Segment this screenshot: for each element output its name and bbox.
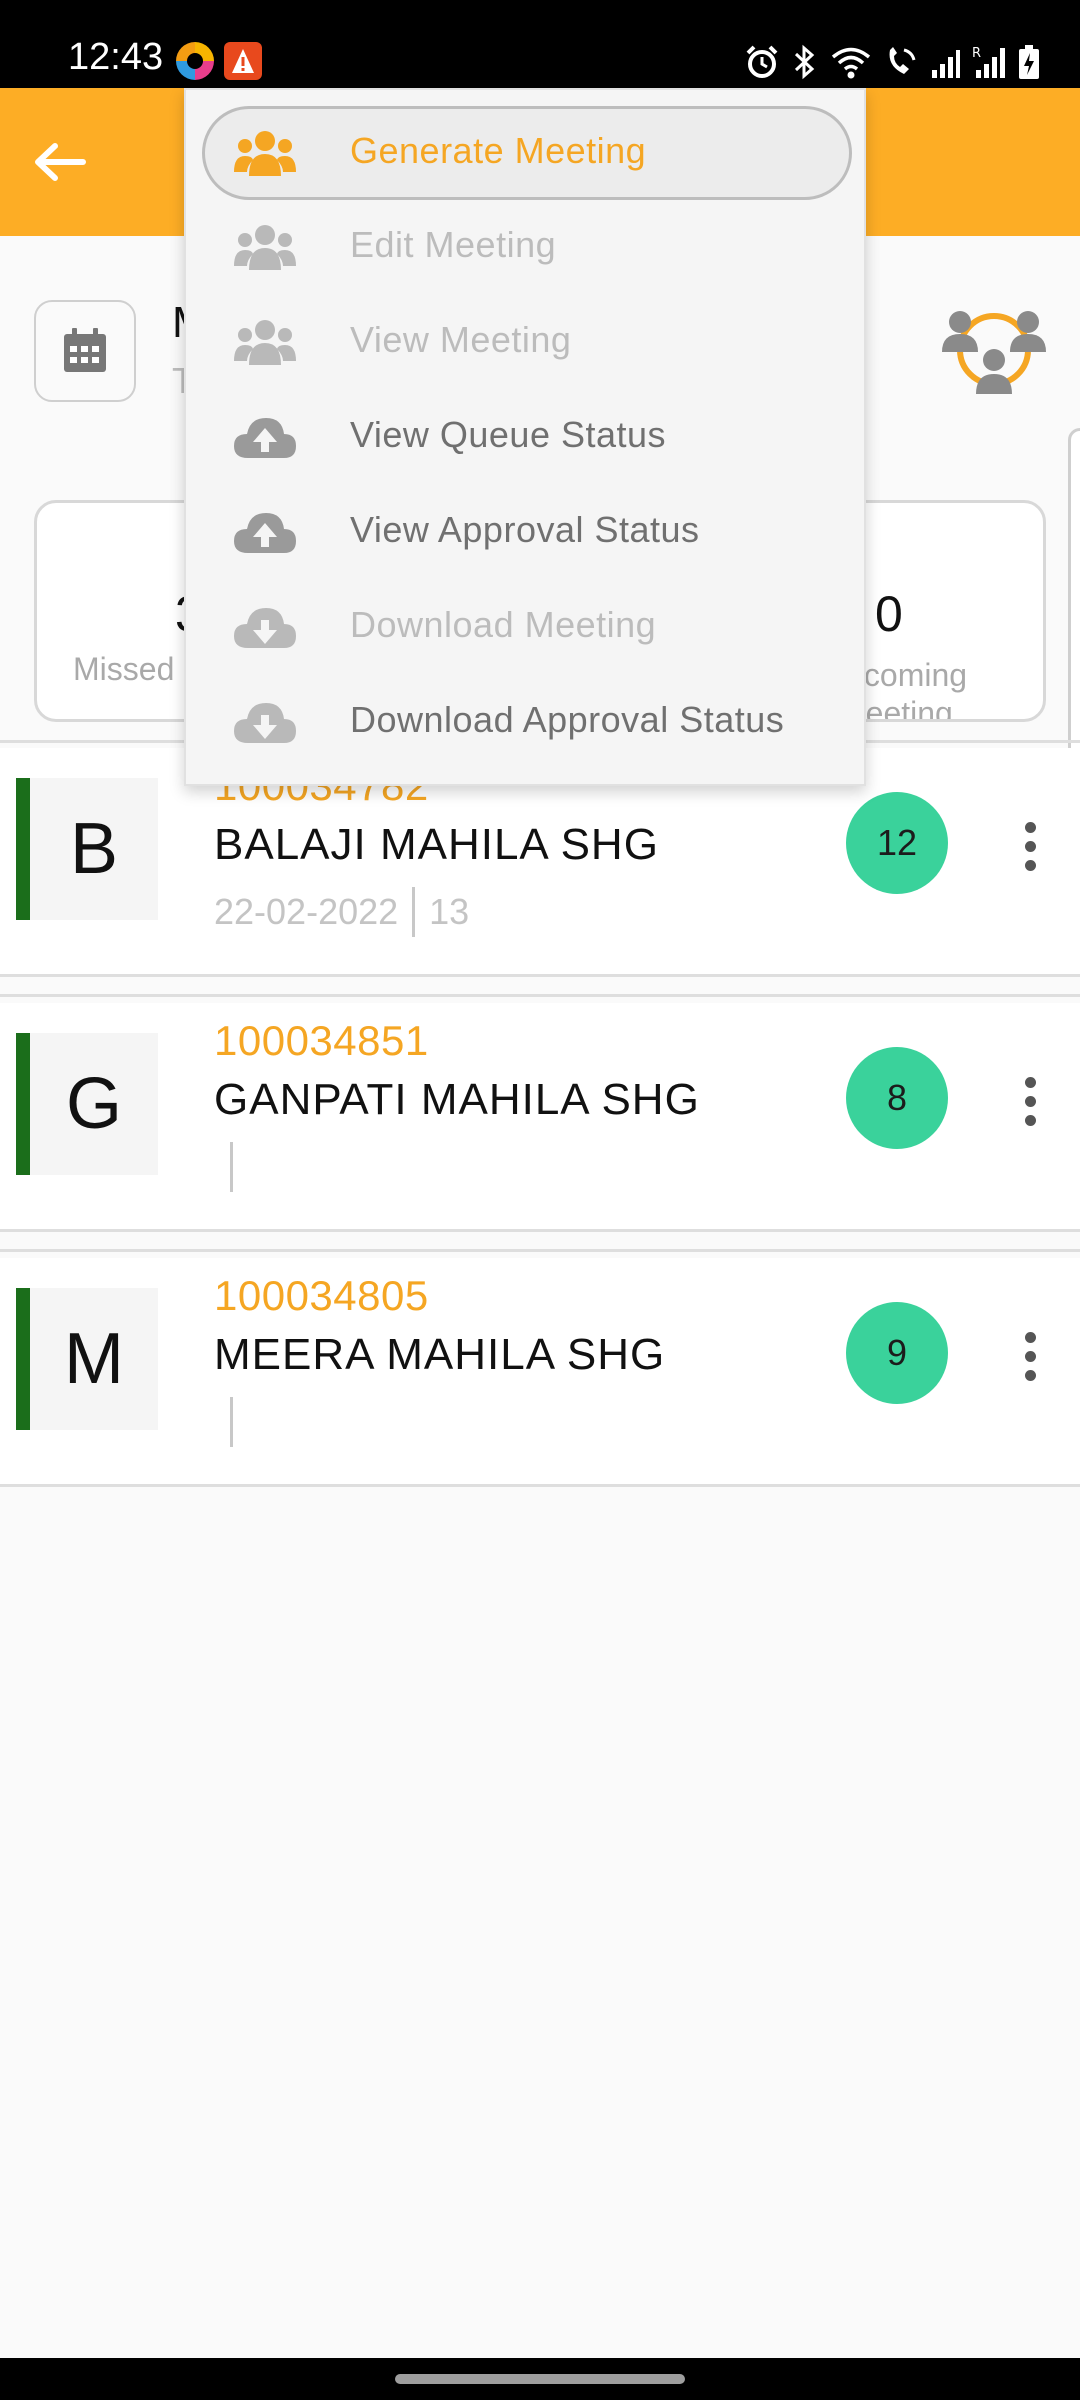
list-divider <box>0 1484 1080 1487</box>
battery-charging-icon <box>1019 45 1039 79</box>
notification-app-icon <box>176 42 214 80</box>
menu-item-download-approval-status[interactable]: Download Approval Status <box>186 675 866 769</box>
signal-strength-1-icon <box>932 50 960 78</box>
menu-item-label: View Queue Status <box>350 414 667 455</box>
meta-separator <box>412 887 416 937</box>
meta-separator <box>230 1142 233 1192</box>
member-count-badge: 12 <box>846 792 948 894</box>
shg-meta: 22-02-2022 13 <box>214 886 469 938</box>
bluetooth-icon <box>794 44 815 80</box>
horizontal-scroll-edge[interactable] <box>1068 428 1080 768</box>
notification-alert-icon <box>224 42 262 80</box>
member-count-badge: 8 <box>846 1047 948 1149</box>
shg-meta <box>214 1396 247 1448</box>
menu-item-label: View Meeting <box>350 319 572 360</box>
menu-item-generate-meeting[interactable]: Generate Meeting <box>186 90 866 200</box>
shg-name: GANPATI MAHILA SHG <box>214 1075 700 1124</box>
status-icons: R <box>744 42 1040 82</box>
shg-meta <box>214 1141 247 1193</box>
list-divider <box>0 1249 1080 1252</box>
summary-upcoming-count: 0 <box>875 586 903 642</box>
cloud-download-icon <box>234 608 296 648</box>
list-divider <box>0 994 1080 997</box>
more-options-icon[interactable] <box>1010 1306 1050 1406</box>
svg-text:R: R <box>972 46 981 61</box>
more-options-icon[interactable] <box>1010 1051 1050 1151</box>
summary-missed-label: Missed <box>73 651 175 687</box>
shg-name: MEERA MAHILA SHG <box>214 1330 666 1379</box>
system-nav-bar <box>0 2358 1080 2400</box>
member-count-badge: 9 <box>846 1302 948 1404</box>
shg-avatar: B <box>30 778 158 920</box>
app-screen: 12:43 R M T 3 <box>0 0 1080 2400</box>
cloud-upload-icon <box>234 513 296 553</box>
list-divider <box>0 1229 1080 1232</box>
summary-card-upcoming[interactable]: 0 Upcoming meeting <box>842 500 1046 722</box>
menu-item-label: Generate Meeting <box>350 130 647 171</box>
calendar-button[interactable] <box>34 300 136 402</box>
status-time: 12:43 <box>68 36 164 78</box>
home-gesture-handle[interactable] <box>395 2374 685 2384</box>
menu-item-download-meeting[interactable]: Download Meeting <box>186 580 866 674</box>
menu-item-edit-meeting[interactable]: Edit Meeting <box>186 200 866 294</box>
shg-meeting-number: 13 <box>429 891 470 932</box>
shg-row-3[interactable]: M 100034805 MEERA MAHILA SHG 9 <box>0 1258 1080 1484</box>
shg-row-2[interactable]: G 100034851 GANPATI MAHILA SHG 8 <box>0 1003 1080 1229</box>
menu-item-view-queue-status[interactable]: View Queue Status <box>186 390 866 484</box>
menu-item-label: Edit Meeting <box>350 224 557 265</box>
wifi-icon <box>831 47 871 79</box>
signal-strength-2-icon: R <box>972 46 1005 78</box>
shg-name: BALAJI MAHILA SHG <box>214 820 659 869</box>
list-divider <box>0 974 1080 977</box>
shg-avatar: G <box>30 1033 158 1175</box>
status-bar: 12:43 R <box>0 0 1080 88</box>
menu-item-view-meeting[interactable]: View Meeting <box>186 295 866 389</box>
cloud-download-icon <box>234 703 296 743</box>
cloud-upload-icon <box>234 418 296 458</box>
group-icon <box>234 320 296 365</box>
calendar-icon <box>64 328 106 372</box>
shg-code: 100034851 <box>214 1017 429 1064</box>
meta-separator <box>230 1397 233 1447</box>
shg-meeting-date: 22-02-2022 <box>214 891 399 932</box>
more-options-icon[interactable] <box>1010 796 1050 896</box>
arrow-left-icon <box>35 143 86 181</box>
shg-code: 100034805 <box>214 1272 429 1319</box>
group-icon <box>234 131 296 176</box>
menu-item-view-approval-status[interactable]: View Approval Status <box>186 485 866 579</box>
back-button[interactable] <box>24 126 96 198</box>
menu-item-label: View Approval Status <box>350 509 700 550</box>
row-accent-bar <box>16 1033 30 1175</box>
menu-item-label: Download Meeting <box>350 604 657 645</box>
group-meeting-icon[interactable] <box>942 304 1046 396</box>
group-icon <box>234 225 296 270</box>
row-accent-bar <box>16 778 30 920</box>
shg-avatar: M <box>30 1288 158 1430</box>
wifi-calling-icon <box>889 47 916 74</box>
meeting-options-menu: Generate Meeting Edit Meeting View Meeti… <box>184 88 866 786</box>
row-accent-bar <box>16 1288 30 1430</box>
alarm-icon <box>746 45 778 78</box>
menu-item-label: Download Approval Status <box>350 699 785 740</box>
